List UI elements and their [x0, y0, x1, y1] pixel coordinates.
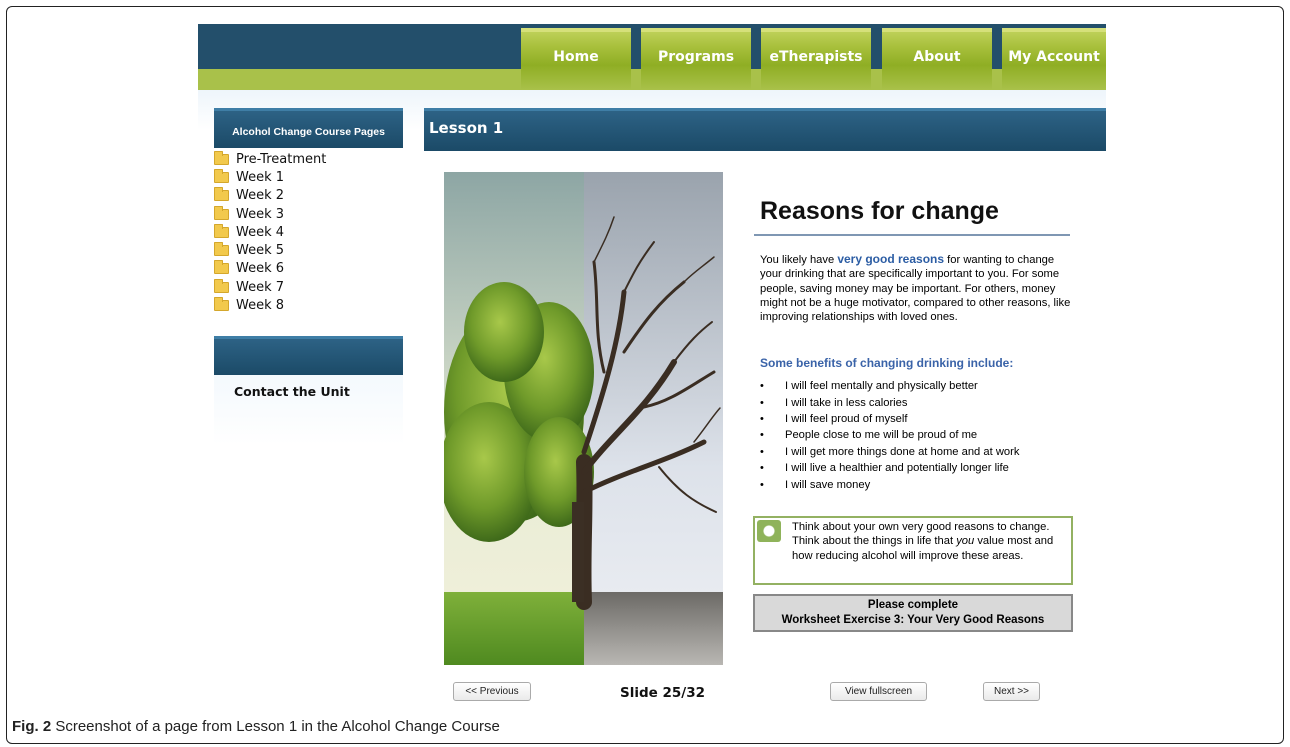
tree-item-week-6[interactable]: Week 6: [214, 260, 326, 278]
contact-link[interactable]: Contact the Unit: [234, 384, 350, 399]
tree-item-week-1[interactable]: Week 1: [214, 168, 326, 186]
tree-item-label: Week 5: [236, 243, 285, 259]
view-fullscreen-button[interactable]: View fullscreen: [830, 682, 927, 701]
tree-item-label: Week 3: [236, 206, 285, 222]
reflection-text: Think about your own very good reasons t…: [792, 520, 1067, 563]
list-item: People close to me will be proud of me: [760, 427, 1019, 443]
list-item: I will feel proud of myself: [760, 411, 1019, 427]
slide: Reasons for change You likely have very …: [444, 172, 1102, 665]
benefits-heading: Some benefits of changing drinking inclu…: [760, 356, 1014, 370]
title-divider: [754, 234, 1070, 236]
caption-text: Screenshot of a page from Lesson 1 in th…: [51, 718, 500, 735]
folder-icon: [214, 150, 229, 165]
tree-item-week-8[interactable]: Week 8: [214, 296, 326, 314]
lesson-title: Lesson 1: [424, 108, 1106, 151]
nav-my-account[interactable]: My Account: [1002, 28, 1106, 90]
caption-label: Fig. 2: [12, 718, 52, 735]
half-alive-tree-illustration: [444, 172, 723, 665]
nav-home[interactable]: Home: [521, 28, 631, 90]
list-item: I will take in less calories: [760, 394, 1019, 410]
tree-item-label: Week 2: [236, 188, 285, 204]
folder-icon: [214, 278, 229, 293]
tree-item-pre-treatment[interactable]: Pre-Treatment: [214, 150, 326, 168]
tree-item-week-5[interactable]: Week 5: [214, 241, 326, 259]
next-button[interactable]: Next >>: [983, 682, 1040, 701]
course-tree: Pre-Treatment Week 1 Week 2 Week 3 Week …: [214, 150, 326, 315]
nav-about[interactable]: About: [882, 28, 992, 90]
intro-text: You likely have: [760, 254, 838, 266]
lightbulb-icon: [757, 520, 781, 542]
tree-item-week-7[interactable]: Week 7: [214, 278, 326, 296]
benefits-list: I will feel mentally and physically bett…: [760, 378, 1019, 493]
nav-etherapists[interactable]: eTherapists: [761, 28, 871, 90]
folder-icon: [214, 260, 229, 275]
intro-highlight: very good reasons: [837, 252, 945, 266]
list-item: I will live a healthier and potentially …: [760, 460, 1019, 476]
folder-icon: [214, 205, 229, 220]
website: Home Programs eTherapists About My Accou…: [198, 24, 1106, 704]
folder-icon: [214, 242, 229, 257]
slide-counter: Slide 25/32: [620, 685, 706, 701]
tree-item-label: Week 6: [236, 261, 285, 277]
folder-icon: [214, 297, 229, 312]
tree-item-label: Week 7: [236, 279, 285, 295]
tree-item-label: Week 8: [236, 298, 285, 314]
folder-icon: [214, 168, 229, 183]
tree-item-label: Week 1: [236, 169, 285, 185]
list-item: I will save money: [760, 476, 1019, 492]
tree-item-label: Pre-Treatment: [236, 151, 327, 167]
figure-caption: Fig. 2 Screenshot of a page from Lesson …: [12, 718, 500, 735]
sidebar-secondary-header: [214, 336, 403, 375]
slide-title: Reasons for change: [760, 197, 999, 225]
folder-icon: [214, 187, 229, 202]
list-item: I will get more things done at home and …: [760, 444, 1019, 460]
list-item: I will feel mentally and physically bett…: [760, 378, 1019, 394]
intro-paragraph: You likely have very good reasons for wa…: [760, 252, 1078, 324]
folder-icon: [214, 223, 229, 238]
tree-item-week-2[interactable]: Week 2: [214, 187, 326, 205]
reflection-emphasis: you: [956, 535, 975, 548]
tree-item-week-3[interactable]: Week 3: [214, 205, 326, 223]
reflection-box: Think about your own very good reasons t…: [753, 516, 1073, 585]
tree-image: [444, 172, 723, 665]
previous-button[interactable]: << Previous: [453, 682, 531, 701]
tree-item-label: Week 4: [236, 224, 285, 240]
sidebar-header: Alcohol Change Course Pages: [214, 108, 403, 148]
worksheet-line-1: Please complete: [867, 599, 959, 611]
nav-programs[interactable]: Programs: [641, 28, 751, 90]
tree-item-week-4[interactable]: Week 4: [214, 223, 326, 241]
worksheet-line-2: Worksheet Exercise 3: Your Very Good Rea…: [781, 614, 1045, 626]
worksheet-prompt[interactable]: Please complete Worksheet Exercise 3: Yo…: [753, 594, 1073, 632]
